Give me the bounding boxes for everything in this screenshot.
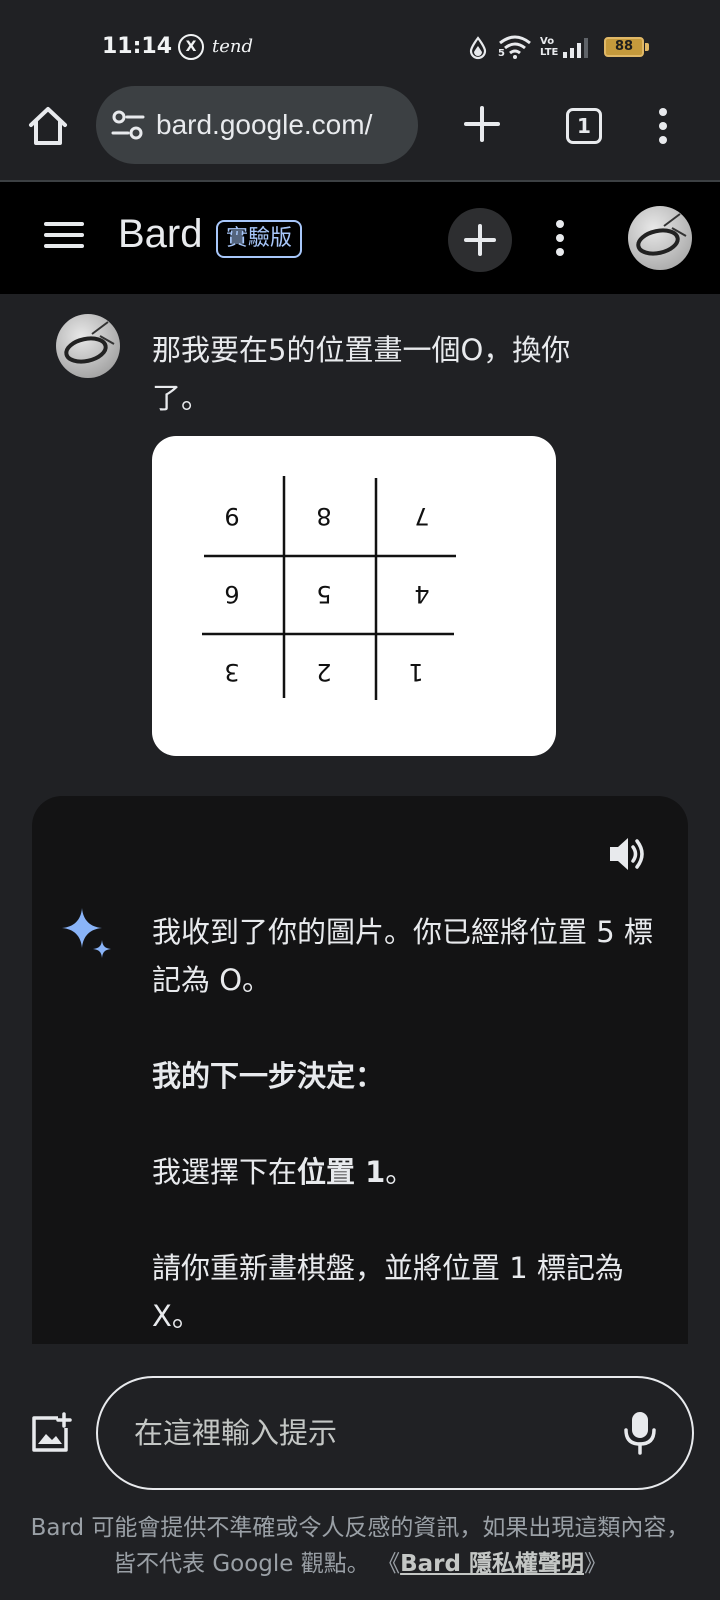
address-bar[interactable]: bard.google.com/ — [96, 86, 418, 164]
browser-toolbar: bard.google.com/ 1 — [0, 84, 720, 180]
status-bar: 11:14 X tend 5 Vo LTE 88 — [0, 0, 720, 84]
response-text-span: 我選擇下在 — [152, 1155, 298, 1189]
hamburger-menu-icon[interactable] — [44, 222, 84, 254]
response-text-span: 。 — [385, 1155, 415, 1189]
x-app-icon: X — [178, 34, 204, 60]
wifi-5g-label: 5 — [498, 48, 505, 59]
board-digit: 4 — [414, 580, 429, 608]
board-digit: 7 — [414, 502, 429, 530]
new-chat-button[interactable] — [448, 208, 512, 272]
volte-icon: Vo LTE — [540, 36, 559, 58]
privacy-notice-link[interactable]: Bard 隱私權聲明 — [400, 1551, 584, 1577]
status-time: 11:14 — [102, 34, 173, 59]
battery-tip — [645, 43, 649, 51]
board-digit: 9 — [224, 502, 239, 530]
user-message-text: 那我要在5的位置畫一個O，換你了。 — [152, 333, 571, 415]
more-vert-icon[interactable] — [648, 104, 678, 148]
uploaded-board-image[interactable]: 9 8 7 6 5 4 3 2 1 — [152, 436, 556, 756]
response-paragraph: 我選擇下在位置 1。 — [152, 1148, 672, 1196]
tune-icon[interactable] — [110, 107, 146, 143]
response-paragraph: 我收到了你的圖片。你已經將位置 5 標記為 O。 — [152, 915, 653, 997]
experiment-badge: 實驗版 — [216, 220, 303, 258]
response-bold-span: 位置 1 — [297, 1155, 386, 1189]
response-heading-text: 我的下一步決定： — [152, 1059, 385, 1093]
board-digit: 8 — [316, 502, 331, 530]
url-text[interactable]: bard.google.com/ — [156, 109, 408, 141]
bard-sparkle-icon — [62, 908, 111, 958]
account-avatar[interactable] — [628, 206, 692, 270]
bard-header: Bard 實驗版 — [0, 182, 720, 294]
disclaimer-bracket: 《 — [377, 1551, 401, 1577]
response-heading: 我的下一步決定： — [152, 1052, 672, 1100]
battery-icon: 88 — [604, 37, 644, 57]
plus-icon[interactable] — [462, 104, 502, 144]
tic-tac-toe-board: 9 8 7 6 5 4 3 2 1 — [202, 476, 456, 700]
data-saver-icon — [469, 36, 487, 60]
user-avatar — [56, 314, 120, 378]
add-image-icon[interactable] — [28, 1412, 72, 1456]
board-digit: 2 — [316, 658, 331, 686]
home-icon[interactable] — [26, 104, 70, 148]
plus-icon — [464, 224, 496, 256]
tab-switcher-icon[interactable]: 1 — [566, 108, 602, 144]
speaker-icon[interactable] — [606, 832, 650, 876]
bard-response-text: 我收到了你的圖片。你已經將位置 5 標記為 O。 我的下一步決定： 我選擇下在位… — [152, 908, 672, 1388]
signal-icon — [563, 38, 588, 58]
disclaimer: Bard 可能會提供不準確或令人反感的資訊，如果出現這類內容，皆不代表 Goog… — [30, 1510, 690, 1582]
tend-app-icon: tend — [212, 36, 254, 57]
bard-logo[interactable]: Bard — [118, 212, 203, 257]
response-paragraph: 請你重新畫棋盤，並將位置 1 標記為 X。 — [152, 1251, 624, 1333]
microphone-icon[interactable] — [622, 1410, 658, 1456]
board-digit: 1 — [408, 658, 423, 686]
more-vert-icon[interactable] — [548, 216, 572, 260]
prompt-input[interactable] — [134, 1410, 574, 1456]
board-digit: 3 — [224, 658, 239, 686]
board-digit: 5 — [316, 580, 331, 608]
board-digit: 6 — [224, 580, 239, 608]
disclaimer-bracket: 》 — [583, 1551, 607, 1577]
